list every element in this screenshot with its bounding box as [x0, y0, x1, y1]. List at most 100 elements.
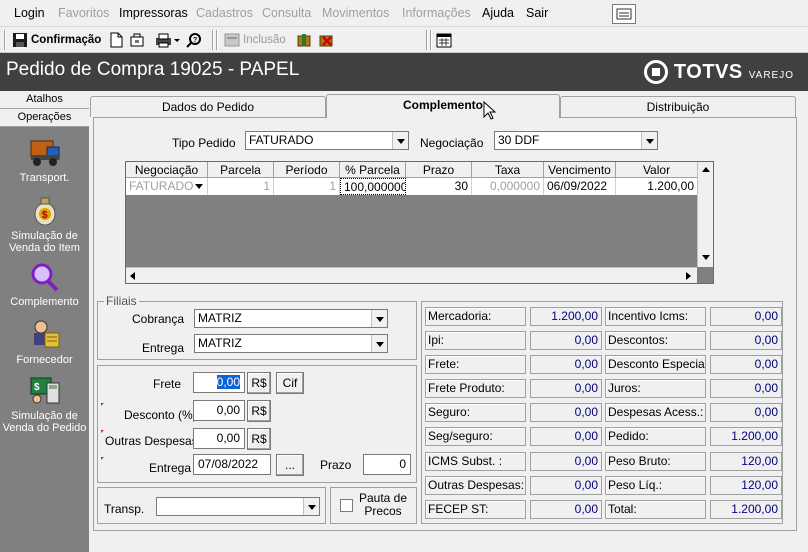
tab-distribuicao[interactable]: Distribuição — [560, 96, 796, 117]
grid-header[interactable]: Prazo — [406, 162, 472, 178]
desconto-label: Desconto (%) — [124, 408, 197, 422]
menu-login[interactable]: Login — [14, 6, 45, 20]
grid-cell-parcela[interactable]: 1 — [208, 178, 274, 195]
entrega-filial-select[interactable]: MATRIZ — [194, 334, 388, 353]
total-value: 0,00 — [530, 427, 602, 446]
new-document-button[interactable] — [108, 30, 124, 50]
tipo-pedido-value: FATURADO — [249, 133, 314, 147]
total-value: 120,00 — [710, 476, 782, 495]
pauta-checkbox[interactable] — [340, 499, 353, 512]
total-value: 0,00 — [710, 403, 782, 422]
sidebar-item-fornecedor[interactable]: Fornecedor — [0, 319, 89, 366]
totvs-logo-icon — [643, 60, 668, 84]
grid-cell-percent-parcela[interactable]: 100,000000 — [340, 178, 406, 195]
menu-ajuda[interactable]: Ajuda — [482, 6, 514, 20]
cobranca-label: Cobrança — [132, 312, 185, 326]
print-button[interactable] — [155, 30, 181, 50]
sidebar-item-transport[interactable]: Transport. — [0, 137, 89, 184]
calendar-button[interactable] — [436, 30, 452, 50]
grid-cell-valor[interactable]: 1.200,00 — [616, 178, 698, 195]
magnifier-icon — [27, 261, 63, 293]
package-button[interactable] — [296, 30, 314, 50]
menu-informacoes[interactable]: Informações — [402, 6, 471, 20]
sidebar-item-complemento[interactable]: Complemento — [0, 261, 89, 308]
prazo-input[interactable]: 0 — [363, 454, 411, 475]
grid-horizontal-scrollbar[interactable] — [126, 267, 697, 283]
grid-cell-vencimento[interactable]: 06/09/2022 — [544, 178, 616, 195]
menu-sair[interactable]: Sair — [526, 6, 548, 20]
chevron-down-icon[interactable] — [195, 184, 203, 189]
grid-header[interactable]: Período — [274, 162, 340, 178]
required-marker — [101, 430, 104, 433]
menu-consulta[interactable]: Consulta — [262, 6, 311, 20]
frete-input[interactable]: 0,00 — [193, 372, 245, 393]
sidebar-item-simulacao-pedido[interactable]: $ Simulação de Venda do Pedido — [0, 375, 89, 434]
cancel-package-icon — [319, 35, 333, 47]
window-restore-icon[interactable] — [612, 4, 636, 24]
negociacao-grid: Negociação Parcela Período % Parcela Pra… — [125, 161, 714, 284]
grid-cell-taxa[interactable]: 0,000000 — [472, 178, 544, 195]
export-icon — [130, 33, 144, 47]
sidebar-item-simulacao-item[interactable]: $ Simulação de Venda do Item — [0, 195, 89, 254]
scroll-down-icon[interactable] — [702, 255, 710, 260]
transp-label: Transp. — [104, 502, 145, 516]
export-button[interactable] — [128, 30, 146, 50]
menu-impressoras[interactable]: Impressoras — [119, 6, 188, 20]
grid-header[interactable]: Parcela — [208, 162, 274, 178]
chevron-down-icon[interactable] — [392, 132, 408, 149]
scroll-right-icon[interactable] — [686, 272, 691, 280]
cancel-package-button[interactable] — [318, 30, 336, 50]
grid-header[interactable]: Vencimento — [544, 162, 616, 178]
chevron-down-icon[interactable] — [641, 132, 657, 149]
total-label: Pedido: — [605, 427, 706, 446]
negociacao-select[interactable]: 30 DDF — [494, 131, 658, 150]
confirm-button[interactable]: Confirmação — [12, 30, 101, 50]
desconto-input[interactable]: 0,00 — [193, 400, 245, 421]
cobranca-select[interactable]: MATRIZ — [194, 309, 388, 328]
grid-header[interactable]: Taxa — [472, 162, 544, 178]
entrega-date-picker-button[interactable]: ... — [276, 454, 304, 476]
scroll-up-icon[interactable] — [702, 167, 710, 172]
total-label: Despesas Acess.: — [605, 403, 706, 422]
menu-cadastros[interactable]: Cadastros — [196, 6, 253, 20]
grid-header[interactable]: Negociação — [126, 162, 208, 178]
desconto-currency-button[interactable]: R$ — [247, 400, 271, 422]
frete-currency-button[interactable]: R$ — [247, 372, 271, 394]
sidebar-tab-atalhos[interactable]: Atalhos — [0, 91, 89, 109]
sidebar-item-label: Simulação de Venda do Pedido — [2, 410, 87, 434]
menu-favoritos[interactable]: Favoritos — [58, 6, 109, 20]
grid-cell-prazo[interactable]: 30 — [406, 178, 472, 195]
grid-cell-periodo[interactable]: 1 — [274, 178, 340, 195]
total-value: 0,00 — [530, 500, 602, 519]
tab-complemento[interactable]: Complemento — [326, 94, 560, 118]
include-icon — [224, 33, 240, 47]
chevron-down-icon[interactable] — [371, 310, 387, 327]
help-search-button[interactable]: ? — [186, 30, 204, 50]
sidebar-tab-operacoes[interactable]: Operações — [0, 109, 89, 127]
grid-header[interactable]: Valor — [616, 162, 698, 178]
outras-despesas-currency-button[interactable]: R$ — [247, 428, 271, 450]
menu-movimentos[interactable]: Movimentos — [322, 6, 389, 20]
total-label: Seg/seguro: — [425, 427, 526, 446]
total-label: Ipi: — [425, 331, 526, 350]
svg-text:$: $ — [42, 210, 48, 221]
chevron-down-icon[interactable] — [371, 335, 387, 352]
entrega-date-input[interactable]: 07/08/2022 — [193, 454, 271, 475]
outras-despesas-input[interactable]: 0,00 — [193, 428, 245, 449]
calculator-board-icon: $ — [27, 375, 63, 407]
tab-dados-do-pedido[interactable]: Dados do Pedido — [90, 96, 326, 117]
sidebar-item-label: Complemento — [10, 296, 79, 308]
negociacao-label: Negociação — [420, 136, 484, 150]
grid-vertical-scrollbar[interactable] — [697, 162, 713, 267]
grid-header[interactable]: % Parcela — [340, 162, 406, 178]
tipo-pedido-select[interactable]: FATURADO — [245, 131, 409, 150]
scroll-left-icon[interactable] — [130, 272, 135, 280]
total-value: 0,00 — [710, 355, 782, 374]
chevron-down-icon[interactable] — [303, 498, 319, 515]
cif-button[interactable]: Cif — [276, 372, 304, 394]
total-label: Total: — [605, 500, 706, 519]
total-label: Mercadoria: — [425, 307, 526, 326]
grid-cell-negociacao[interactable]: FATURADO — [126, 178, 208, 195]
transp-select[interactable] — [156, 497, 320, 516]
include-button[interactable]: Inclusão — [224, 30, 286, 50]
